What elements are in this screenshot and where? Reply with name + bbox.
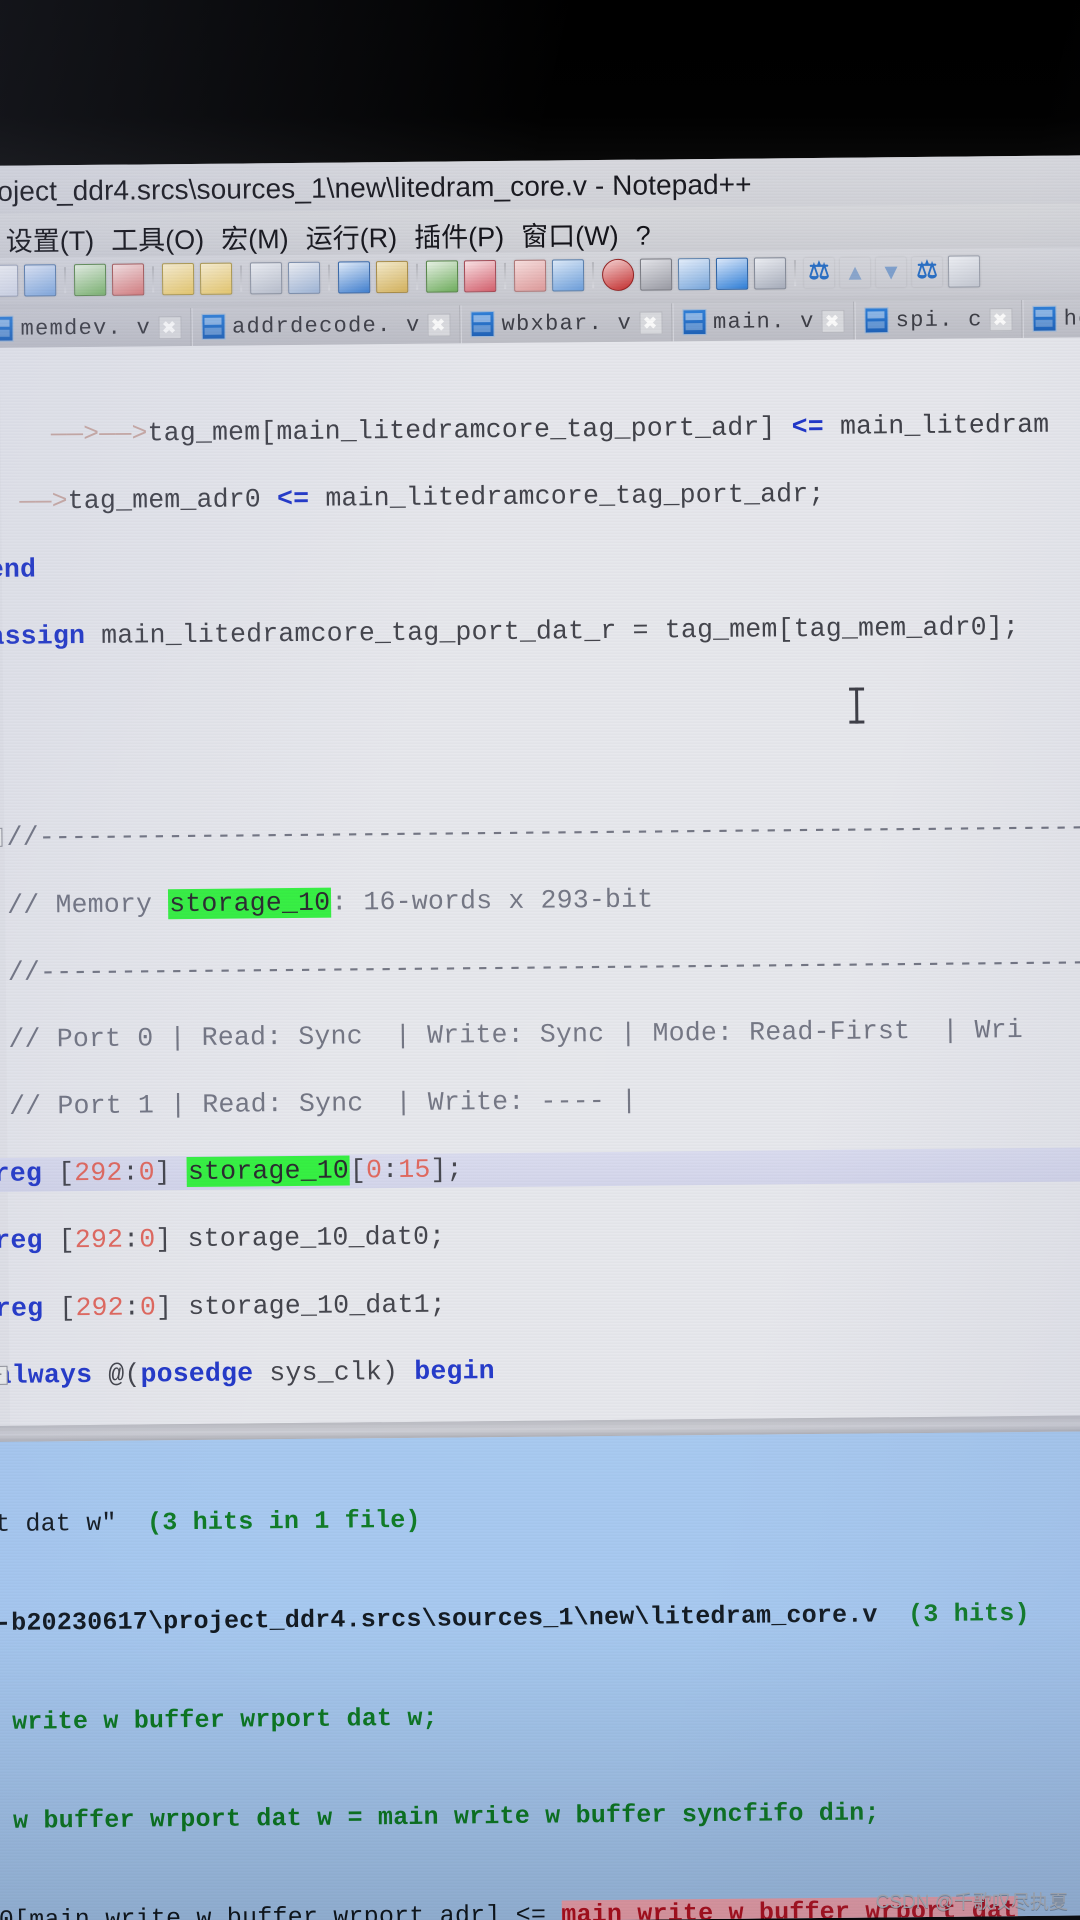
- search-results-panel[interactable]: t dat w" (3 hits in 1 file) -b20230617\p…: [0, 1431, 1080, 1920]
- code-line: ——>——>tag_mem[main_litedramcore_tag_port…: [0, 409, 1050, 451]
- toolbar-separator: [327, 264, 331, 291]
- menu-item-3[interactable]: 宏(M): [221, 224, 289, 255]
- open-file-icon[interactable]: [23, 264, 57, 297]
- verilog-file-icon: [0, 315, 14, 342]
- record-macro-icon[interactable]: [601, 258, 635, 292]
- toolbar-separator: [239, 265, 243, 292]
- toolbar-separator: [151, 266, 155, 293]
- code-line: − //------------------------------------…: [0, 811, 1080, 855]
- watermark: CSDN @千歌叹尽执夏: [875, 1892, 1068, 1913]
- find-icon[interactable]: [513, 259, 547, 292]
- up-icon[interactable]: ▲: [840, 257, 870, 287]
- tab-label: addrdecode. v: [231, 312, 421, 340]
- play-multi-macro-icon[interactable]: [715, 257, 749, 290]
- tab-label: wbxbar. v: [501, 310, 633, 337]
- toolbar-separator: [793, 260, 797, 287]
- code-line: //--------------------------------------…: [0, 946, 1080, 988]
- tab-wbxbar-v[interactable]: wbxbar. v: [460, 303, 673, 344]
- function-list-icon[interactable]: ⚖: [804, 258, 834, 288]
- close-icon[interactable]: [157, 315, 182, 339]
- redo-icon[interactable]: [463, 260, 497, 293]
- cut-icon[interactable]: [287, 261, 321, 295]
- menu-item-4[interactable]: 运行(R): [306, 223, 398, 254]
- toolbar-separator: [415, 263, 419, 290]
- search-highlight: storage_10: [186, 1155, 351, 1188]
- toolbar-separator: [63, 267, 67, 294]
- text-cursor-icon: [855, 687, 859, 724]
- code-line: reg [292:0] storage_10_dat1;: [0, 1289, 447, 1324]
- toolbar-separator: [591, 262, 595, 289]
- code-text[interactable]: ——>——>tag_mem[main_litedramcore_tag_port…: [0, 337, 1080, 1426]
- monitor-bezel: [0, 0, 1080, 166]
- down-icon[interactable]: ▼: [876, 257, 906, 287]
- tab-label: hosts: [1063, 305, 1080, 332]
- collapse-icon[interactable]: ⚖: [912, 257, 942, 287]
- text-file-icon: [1032, 305, 1057, 332]
- save-all-icon[interactable]: [111, 263, 145, 296]
- close-icon[interactable]: [989, 307, 1013, 331]
- verilog-file-icon: [200, 313, 226, 340]
- print-icon[interactable]: [249, 262, 283, 295]
- screen-area: project_ddr4.srcs\sources_1\new\litedram…: [0, 155, 1080, 1920]
- code-line: reg [292:0] storage_10_dat0;: [0, 1222, 446, 1257]
- tab-addrdecode-v[interactable]: addrdecode. v: [190, 305, 461, 346]
- result-line[interactable]: w buffer wrport dat w = main write w buf…: [0, 1794, 1080, 1838]
- tab-hosts[interactable]: hosts: [1022, 298, 1080, 338]
- c-file-icon: [864, 307, 889, 334]
- play-macro-icon[interactable]: [677, 257, 711, 291]
- copy-icon[interactable]: [337, 261, 371, 294]
- code-line: ——>tag_mem_adr0 <= main_litedramcore_tag…: [19, 479, 825, 517]
- save-macro-icon[interactable]: [753, 257, 787, 290]
- code-line-current: reg [292:0] storage_10[0:15];: [0, 1147, 1080, 1192]
- verilog-file-icon: [470, 311, 495, 338]
- code-line-memory-storage-10: // Memory storage_10: 16-words x 293-bit: [0, 884, 654, 921]
- code-line: assign main_litedramcore_tag_port_dat_r …: [0, 611, 1020, 652]
- document-map-icon[interactable]: [947, 255, 981, 288]
- close-icon[interactable]: [161, 262, 195, 296]
- menu-item-6[interactable]: 窗口(W): [521, 221, 619, 252]
- verilog-file-icon: [682, 309, 707, 336]
- tab-label: spi. c: [895, 306, 983, 333]
- code-editor[interactable]: ——>——>tag_mem[main_litedramcore_tag_port…: [0, 337, 1080, 1426]
- replace-icon[interactable]: [551, 259, 585, 292]
- tab-label: main. v: [713, 308, 815, 335]
- fold-collapse-icon[interactable]: −: [0, 828, 3, 848]
- tab-main-v[interactable]: main. v: [671, 301, 855, 342]
- fold-collapse-icon[interactable]: −: [0, 1365, 8, 1385]
- paste-icon[interactable]: [375, 260, 409, 294]
- result-file-line[interactable]: -b20230617\project_ddr4.srcs\sources_1\n…: [0, 1596, 1080, 1640]
- search-highlight: storage_10: [168, 887, 332, 919]
- close-icon[interactable]: [821, 309, 845, 333]
- close-icon[interactable]: [639, 310, 663, 335]
- photo-of-monitor: project_ddr4.srcs\sources_1\new\litedram…: [0, 0, 1080, 1920]
- code-line: // Port 1 | Read: Sync | Write: ---- |: [0, 1085, 638, 1122]
- code-line: − always @(posedge sys_clk) begin: [0, 1349, 1080, 1393]
- window-title: project_ddr4.srcs\sources_1\new\litedram…: [0, 168, 752, 208]
- stop-macro-icon[interactable]: [639, 258, 673, 291]
- close-icon[interactable]: [427, 312, 451, 337]
- tab-label: memdev. v: [20, 314, 152, 342]
- tab-spi-c[interactable]: spi. c: [854, 299, 1023, 340]
- result-line[interactable]: t dat w" (3 hits in 1 file): [0, 1497, 1080, 1541]
- tab-memdev-v[interactable]: memdev. v: [0, 307, 192, 348]
- menu-item-5[interactable]: 插件(P): [414, 222, 504, 253]
- new-file-icon[interactable]: [0, 264, 19, 297]
- code-line: end: [0, 554, 37, 585]
- code-line: // Port 0 | Read: Sync | Write: Sync | M…: [0, 1014, 1024, 1055]
- result-line[interactable]: write w buffer wrport dat w;: [0, 1695, 1080, 1739]
- menu-item-2[interactable]: 工具(O): [111, 225, 204, 256]
- menu-item-help[interactable]: ?: [635, 221, 650, 251]
- menu-item-1[interactable]: 设置(T): [6, 226, 95, 257]
- undo-icon[interactable]: [425, 260, 459, 293]
- close-all-icon[interactable]: [199, 262, 233, 295]
- toolbar-separator: [503, 262, 507, 289]
- save-icon[interactable]: [73, 263, 107, 297]
